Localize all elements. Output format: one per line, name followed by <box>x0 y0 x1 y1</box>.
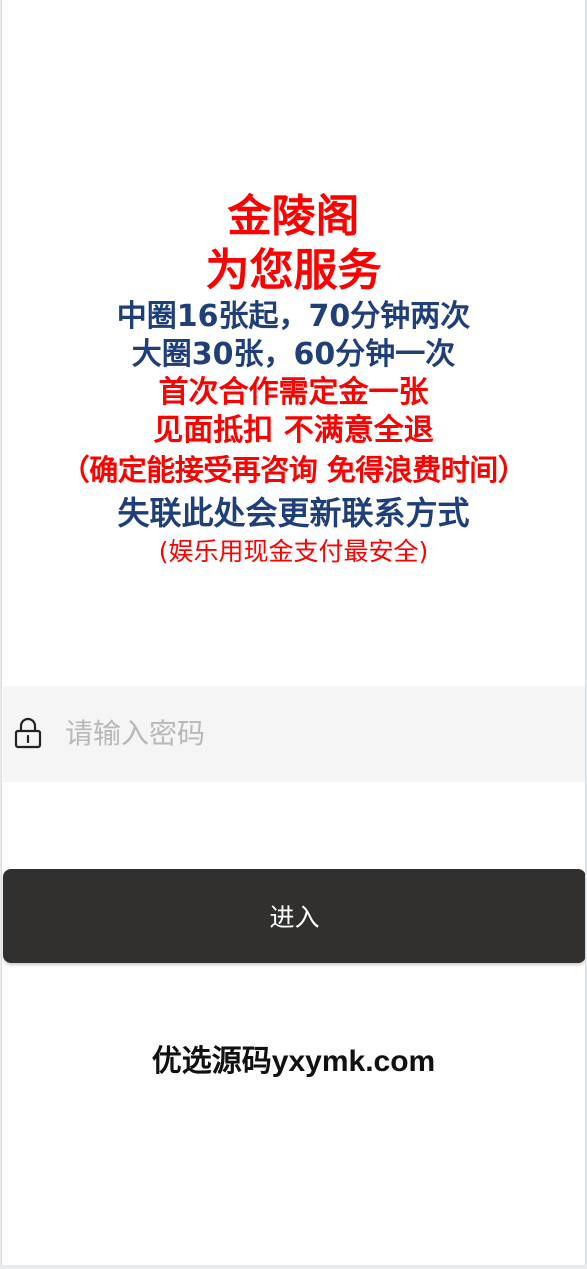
notice-line-2: 大圈30张，60分钟一次 <box>131 337 456 372</box>
enter-button[interactable]: 进入 <box>3 869 585 963</box>
notice-line-6: 失联此处会更新联系方式 <box>117 494 470 532</box>
lock-icon <box>14 717 42 749</box>
footer-watermark-text: 优选源码yxymk.com <box>151 1045 436 1078</box>
notice-line-3: 首次合作需定金一张 <box>158 375 429 410</box>
notice-line-1: 中圈16张起，70分钟两次 <box>116 299 471 334</box>
notice-banner: 金陵阁 为您服务 中圈16张起，70分钟两次 大圈30张，60分钟一次 首次合作… <box>2 190 585 568</box>
password-input[interactable] <box>65 710 565 756</box>
password-field-row <box>3 686 585 782</box>
notice-line-4: 见面抵扣 不满意全退 <box>153 413 434 448</box>
notice-title: 金陵阁 <box>227 191 360 242</box>
notice-subtitle: 为您服务 <box>205 245 382 296</box>
notice-line-5: （确定能接受再咨询 免得浪费时间） <box>60 453 527 487</box>
page: 金陵阁 为您服务 中圈16张起，70分钟两次 大圈30张，60分钟一次 首次合作… <box>1 0 586 1265</box>
notice-line-7: (娱乐用现金支付最安全) <box>158 537 429 566</box>
